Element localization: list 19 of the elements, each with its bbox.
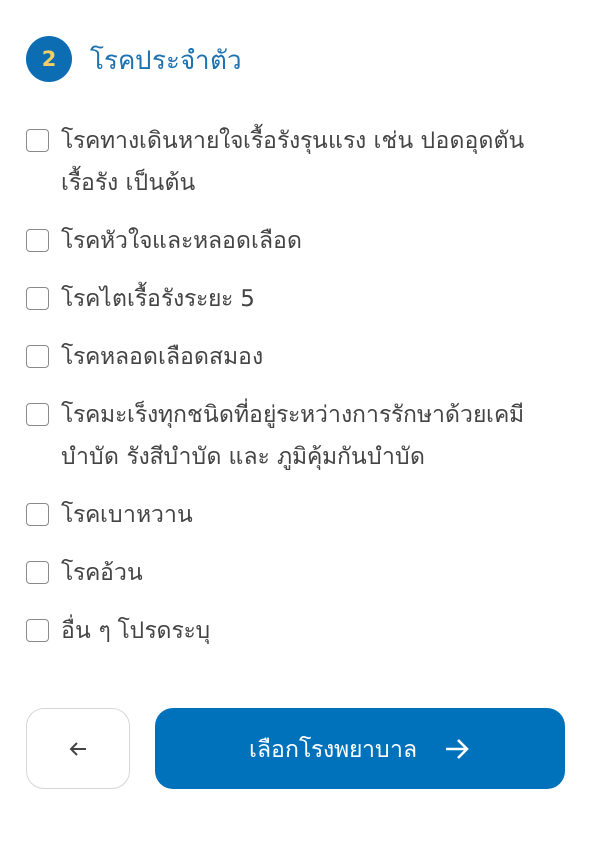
checkbox[interactable] (26, 287, 49, 310)
checkbox[interactable] (26, 345, 49, 368)
checkbox-label[interactable]: โรคหัวใจและหลอดเลือด (61, 220, 302, 262)
checkbox-label[interactable]: โรคทางเดินหายใจเรื้อรังรุนแรง เช่น ปอดอุดตันเรื้อรัง เป็นต้น (61, 120, 541, 204)
checkbox-label[interactable]: โรคอ้วน (61, 552, 143, 594)
checkbox-label[interactable]: โรคเบาหวาน (61, 494, 193, 536)
checkbox-label[interactable]: โรคมะเร็งทุกชนิดที่อยู่ระหว่างการรักษาด้วยเคมีบำบัด รังสีบำบัด และ ภูมิคุ้มกันบำบัด (61, 394, 541, 478)
step-number: 2 (26, 36, 72, 82)
checkbox-label[interactable]: โรคหลอดเลือดสมอง (61, 336, 263, 378)
checkbox[interactable] (26, 619, 49, 642)
checkbox[interactable] (26, 561, 49, 584)
checkbox[interactable] (26, 403, 49, 426)
checkbox[interactable] (26, 503, 49, 526)
next-button[interactable]: เลือกโรงพยาบาล (155, 708, 565, 789)
checkbox[interactable] (26, 129, 49, 152)
checkbox[interactable] (26, 229, 49, 252)
checkbox-label[interactable]: อื่น ๆ โปรดระบุ (61, 610, 211, 652)
section-title: โรคประจำตัว (90, 44, 242, 78)
checkbox-label[interactable]: โรคไตเรื้อรังระยะ 5 (61, 278, 255, 320)
